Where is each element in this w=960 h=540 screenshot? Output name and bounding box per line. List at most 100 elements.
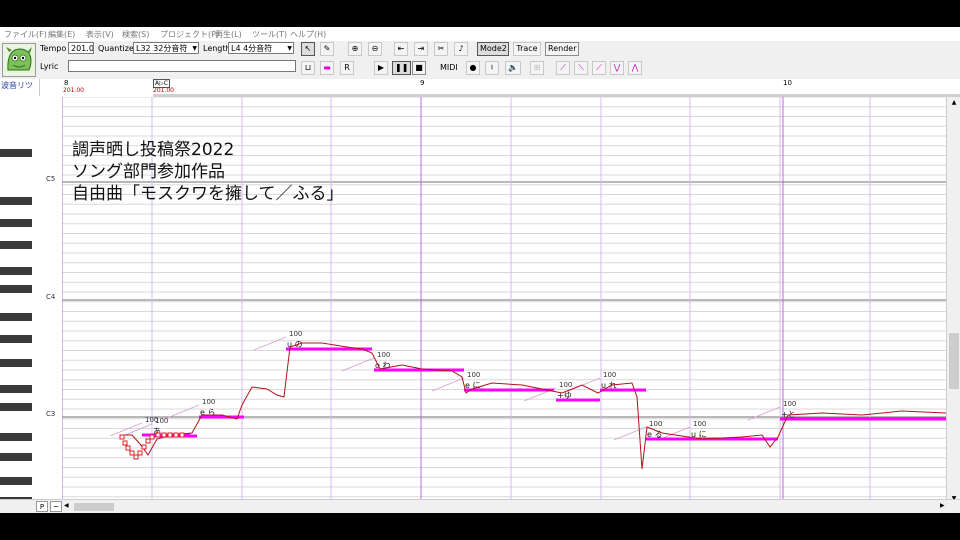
insert-rest-button[interactable]: ⊔ — [301, 61, 315, 75]
curve-button-4[interactable]: ⋁ — [610, 61, 624, 75]
app-logo — [2, 43, 36, 77]
vertical-scroll-thumb[interactable] — [949, 333, 959, 389]
black-key[interactable] — [0, 453, 32, 461]
pitch-control-point[interactable] — [125, 445, 131, 451]
scroll-up-icon[interactable]: ▲ — [947, 99, 960, 106]
black-key[interactable] — [0, 197, 32, 205]
black-key[interactable] — [0, 403, 32, 411]
forward-to-end-icon: ⇥ — [417, 44, 425, 53]
menu-edit[interactable]: 編集(E) — [48, 29, 75, 40]
envelope-line — [109, 422, 143, 437]
black-key[interactable] — [0, 335, 32, 343]
curve-icon: ⟋ — [560, 63, 566, 72]
param-button-1[interactable]: ⊞ — [530, 61, 544, 75]
stop-button[interactable]: ■ — [412, 61, 426, 75]
black-key[interactable] — [0, 359, 32, 367]
black-key[interactable] — [0, 313, 32, 321]
pitch-control-point[interactable] — [129, 450, 135, 456]
note-color-button[interactable]: ▬ — [320, 61, 334, 75]
metronome-button[interactable]: ♮ — [485, 61, 499, 75]
split-button[interactable]: ✂ — [434, 42, 448, 56]
speaker-button[interactable]: 🔈 — [505, 61, 521, 75]
pitch-control-point[interactable] — [145, 438, 151, 444]
pitch-control-point[interactable] — [141, 444, 147, 450]
note-lyric[interactable]: e ら — [200, 408, 215, 417]
note-velocity: 100 — [559, 381, 572, 389]
scroll-left-icon[interactable]: ◀ — [64, 502, 69, 509]
horizontal-scrollbar[interactable]: P ~ ◀ ▶ — [0, 499, 960, 513]
note-button[interactable]: ♪ — [454, 42, 468, 56]
zoom-out-button[interactable]: ⊖ — [368, 42, 382, 56]
length-select[interactable]: L4 4分音符 — [228, 42, 294, 54]
menu-file[interactable]: ファイル(F) — [4, 29, 47, 40]
go-end-button[interactable]: ⇥ — [414, 42, 428, 56]
mode2-button[interactable]: Mode2 — [477, 42, 509, 56]
curve-button-2[interactable]: ⟍ — [574, 61, 588, 75]
black-key[interactable] — [0, 267, 32, 275]
menu-tools[interactable]: ツール(T) — [252, 29, 287, 40]
zoom-out-icon: ⊖ — [371, 44, 379, 53]
reset-button[interactable]: R — [340, 61, 354, 75]
black-key[interactable] — [0, 477, 32, 485]
black-key[interactable] — [0, 285, 32, 293]
note-bar[interactable] — [780, 417, 946, 421]
go-start-button[interactable]: ⇤ — [394, 42, 408, 56]
piano-keyboard[interactable]: C5 C4 C3 — [0, 97, 63, 507]
black-key[interactable] — [0, 149, 32, 157]
tempo-input[interactable]: 201.0 — [68, 42, 94, 54]
note-lyric[interactable]: e る — [647, 430, 662, 439]
pitch-control-point[interactable] — [167, 432, 173, 438]
pitch-curve[interactable] — [122, 342, 946, 470]
pitch-control-point[interactable] — [137, 450, 143, 456]
pause-button[interactable]: ❚❚ — [392, 61, 412, 75]
singer-name[interactable]: 波音リツ — [0, 79, 40, 96]
black-key[interactable] — [0, 385, 32, 393]
tilde-button[interactable]: ~ — [50, 501, 62, 512]
black-key[interactable] — [0, 219, 32, 227]
black-key[interactable] — [0, 433, 32, 441]
note-velocity: 100 — [467, 371, 480, 379]
horizontal-scroll-thumb[interactable] — [74, 503, 114, 511]
length-label: Length — [203, 44, 231, 53]
note-bar-icon: ▬ — [323, 63, 331, 72]
play-button[interactable]: ▶ — [374, 61, 388, 75]
measure-number-10: 10 — [783, 79, 792, 87]
pointer-tool-button[interactable]: ↖ — [301, 42, 315, 56]
menu-help[interactable]: ヘルプ(H) — [290, 29, 326, 40]
midi-record-button[interactable]: ● — [466, 61, 480, 75]
play-icon: ▶ — [377, 63, 385, 72]
zoom-in-button[interactable]: ⊕ — [348, 42, 362, 56]
tempo-value-label: 201.00 — [153, 87, 174, 94]
menu-project[interactable]: プロジェクト(P) — [160, 29, 219, 40]
pitch-control-point[interactable] — [161, 432, 167, 438]
black-key[interactable] — [0, 241, 32, 249]
piano-roll[interactable]: 100 100 あ 100 e ら 100 u の 100 o わ 100 e に 100 +ゆ 100 u… — [62, 97, 946, 507]
midi-label[interactable]: MIDI — [440, 63, 458, 72]
menu-play[interactable]: 再生(L) — [215, 29, 242, 40]
p-button[interactable]: P — [36, 501, 48, 512]
vertical-scrollbar[interactable]: ▲ ▼ — [946, 97, 960, 507]
menu-search[interactable]: 検索(S) — [122, 29, 149, 40]
menu-view[interactable]: 表示(V) — [86, 29, 114, 40]
pitch-control-point[interactable] — [133, 454, 139, 460]
lyric-input[interactable] — [68, 60, 296, 72]
pitch-control-point[interactable] — [173, 432, 179, 438]
note-lyric[interactable]: u れ — [601, 381, 617, 390]
note-lyric[interactable]: u の — [287, 340, 303, 349]
quantize-select[interactable]: L32 32分音符 — [133, 42, 199, 54]
pencil-tool-button[interactable]: ✎ — [320, 42, 334, 56]
curve-button-1[interactable]: ⟋ — [556, 61, 570, 75]
curve-button-3[interactable]: ⟋ — [592, 61, 606, 75]
menu-bar: ファイル(F) 編集(E) 表示(V) 検索(S) プロジェクト(P) 再生(L… — [0, 27, 960, 41]
pitch-control-point[interactable] — [119, 434, 125, 440]
pitch-control-point[interactable] — [155, 432, 161, 438]
render-button[interactable]: Render — [545, 42, 579, 56]
scroll-right-icon[interactable]: ▶ — [940, 502, 945, 509]
curve-button-5[interactable]: ⋀ — [628, 61, 642, 75]
pitch-control-point[interactable] — [149, 434, 155, 440]
pitch-control-point[interactable] — [122, 440, 128, 446]
record-icon: ● — [469, 63, 477, 72]
pitch-control-point[interactable] — [179, 432, 185, 438]
trace-button[interactable]: Trace — [513, 42, 541, 56]
measure-ruler[interactable]: 波音リツ 8 201.00 A▷C 201.00 9 10 — [0, 79, 960, 98]
